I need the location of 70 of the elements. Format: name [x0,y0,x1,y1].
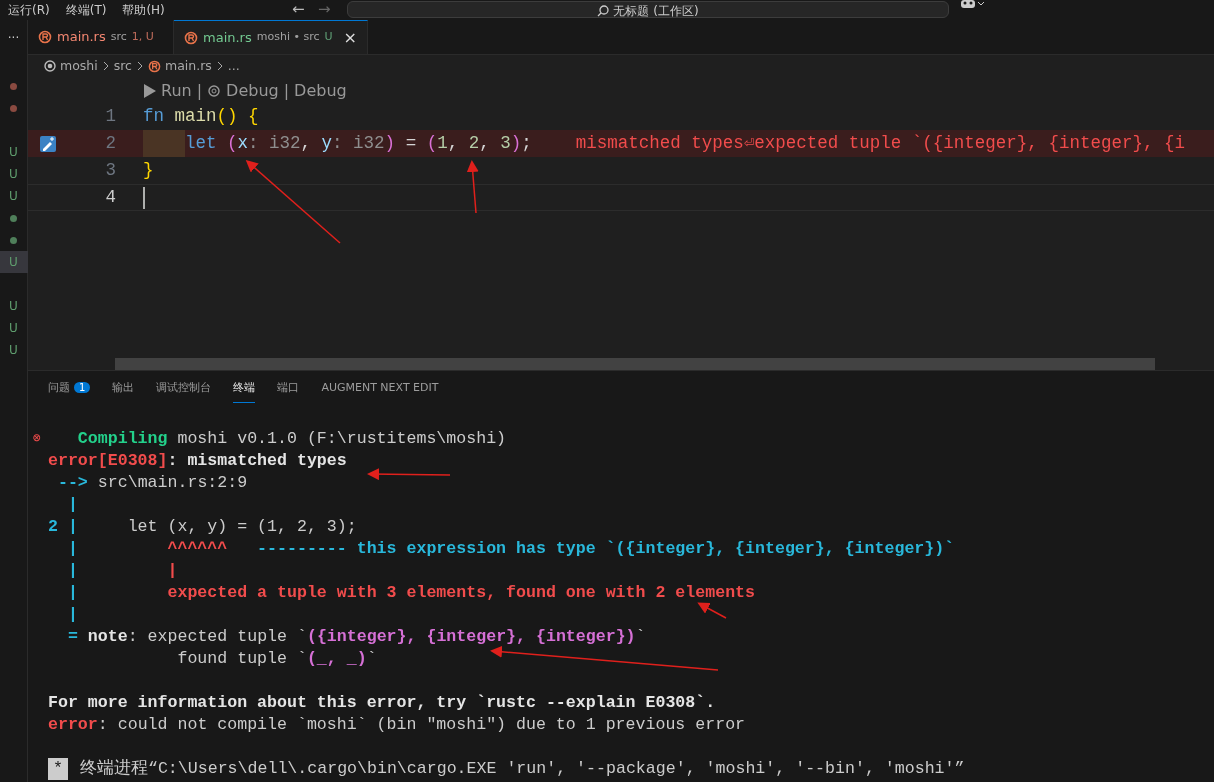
panel-tab[interactable]: 调试控制台 [156,373,212,404]
rust-file-icon [38,30,52,44]
target-icon [44,60,56,72]
terminal-text: error: could not compile `moshi` (bin "moshi") due to 1 previous error [48,714,746,736]
panel-tab[interactable]: 问题 1 [48,373,91,404]
selected-row-highlight[interactable]: U [0,251,28,273]
edit-suggestion-icon[interactable] [40,135,56,152]
code-text: } [143,159,154,183]
error-icon: ⊗ [33,428,41,450]
code-text: fn main() { [143,105,259,129]
untracked-mark: U [9,320,18,337]
breadcrumb-item[interactable]: ... [227,56,240,76]
codelens-link[interactable]: Debug [294,79,347,103]
terminal-text: For more information about this error, try `rustc --explain E0308`. [48,692,716,714]
panel-tab[interactable]: 输出 [112,373,135,404]
breadcrumb-item[interactable]: src [113,56,132,76]
more-actions-button[interactable]: ··· [0,20,28,55]
text-cursor [143,186,145,209]
untracked-mark: U [9,144,18,161]
codelens-link[interactable]: Debug [226,79,279,103]
terminal-text: | ^^^^^^ --------- this expression has type `({integer}, {integer}, {integer})` [66,538,955,560]
menu-item[interactable]: 运行(R) [8,3,50,17]
error-message: mismatched types⏎expected tuple `({integer}, {integer}, {i [575,132,1185,156]
menu-item[interactable]: 终端(T) [65,3,107,17]
separator-text: | [196,80,203,102]
untracked-mark: U [9,254,18,271]
count-badge: 1 [74,381,91,393]
play-icon [143,83,156,99]
editor-tab[interactable]: main.rs moshi • src U × [174,20,368,54]
notice-marker: * [48,758,68,780]
separator-text: | [283,80,290,102]
rust-file-icon [184,30,198,45]
panel-tab[interactable]: 终端 [233,373,256,404]
command-center[interactable]: 无标题 (工作区) [347,1,949,18]
close-button[interactable]: × [343,25,357,50]
scrollbar[interactable] [115,358,1155,370]
terminal-text: | expected a tuple with 3 elements, found one with 2 elements [66,582,755,604]
terminal-text: 2 | let (x, y) = (1, 2, 3); [48,516,357,538]
line-number: 3 [104,159,116,183]
code-text: let (x: i32, y: i32) = (1, 2, 3); [185,132,532,156]
chevron-icon [215,61,224,71]
menu-item[interactable]: 帮助(H) [122,3,165,17]
untracked-mark: U [9,188,18,205]
annotation-arrow [466,160,479,214]
breadcrumb-item[interactable]: main.rs [165,56,212,76]
annotation-arrow [697,602,727,619]
terminal-text: --> src\main.rs:2:9 [56,472,248,494]
codelens-link[interactable]: Run [161,79,192,103]
terminal-text: error[E0308]: mismatched types [48,450,347,472]
line-number: 4 [104,186,116,210]
chevron-icon [136,61,144,71]
line-number: 2 [104,132,116,156]
chevron-icon [101,61,110,71]
search-icon [597,5,610,17]
terminal-text: Compiling moshi v0.1.0 (F:\rustitems\moshi) [76,428,507,450]
terminal-text: | [66,494,78,516]
terminal-text: found tuple `(_, _)` [176,648,377,670]
panel-tab[interactable]: 端口 [277,373,300,404]
breadcrumb-item[interactable]: moshi [60,56,98,76]
rust-file-icon [148,59,161,73]
line-number: 1 [104,105,116,129]
untracked-mark: U [9,342,18,359]
untracked-mark: U [9,298,18,315]
terminal-text: | | [66,560,178,582]
terminal-text: = note: expected tuple `({integer}, {integer}, {integer})` [66,626,646,648]
back-button[interactable]: ← [292,1,305,17]
terminal-text: | [66,604,78,626]
panel-tab[interactable]: AUGMENT NEXT EDIT [321,373,439,404]
terminal-text: 终端进程“C:\Users\dell\.cargo\bin\cargo.EXE 'run', '--package', 'moshi', '--bin', 'moshi'” [78,758,965,780]
untracked-mark: U [9,166,18,183]
